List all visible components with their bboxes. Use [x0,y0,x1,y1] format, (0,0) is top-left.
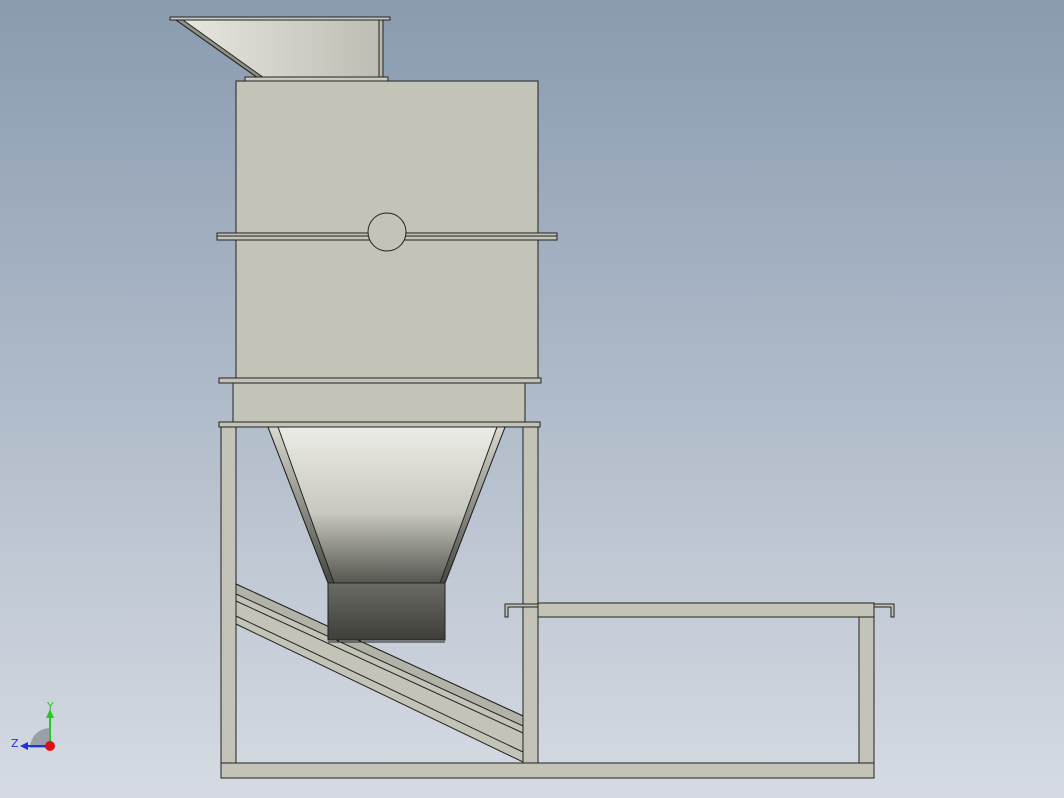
hopper-outlet [327,582,446,641]
feed-chute-base [244,76,389,82]
frame-left-leg [220,426,237,779]
frame-right-leg [858,616,875,764]
triad-x-origin-icon [45,741,55,751]
inspection-port[interactable] [367,212,407,252]
lower-collar-flange [218,421,541,428]
frame-side-rail [537,602,875,618]
model-view[interactable]: Y Z [0,0,1064,798]
frame-bottom-rail [220,762,875,779]
triad-z-label: Z [11,737,19,750]
graphics-viewport[interactable]: Y Z [0,0,1064,798]
feed-chute-wall [378,19,384,79]
frame-middle-leg [522,426,539,764]
lower-collar [232,382,526,423]
main-housing[interactable] [216,80,558,381]
upper-collar-flange [218,377,542,384]
lower-ring[interactable] [218,377,542,428]
triad-y-label: Y [46,700,54,713]
